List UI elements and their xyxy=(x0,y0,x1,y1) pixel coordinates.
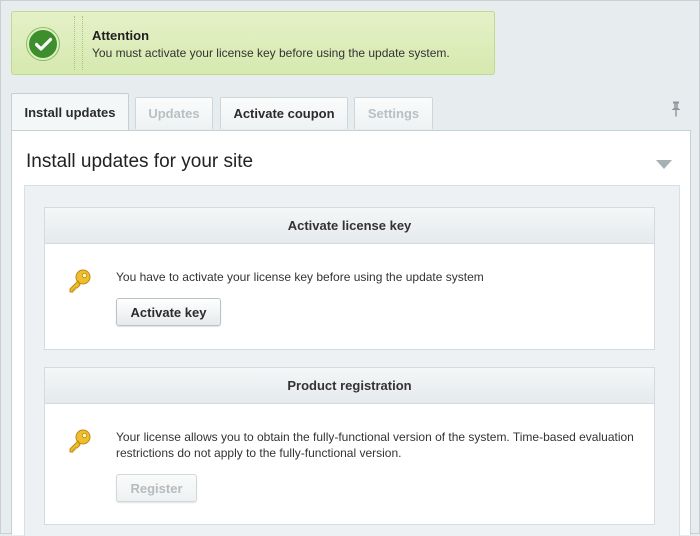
tab-install-updates[interactable]: Install updates xyxy=(11,93,129,131)
install-updates-panel: Install updates for your site Activate l… xyxy=(11,130,691,536)
card-header: Product registration xyxy=(45,368,654,404)
pin-icon[interactable] xyxy=(671,101,681,122)
tab-activate-coupon[interactable]: Activate coupon xyxy=(220,97,348,129)
key-icon xyxy=(67,268,93,299)
alert-title: Attention xyxy=(92,28,150,43)
card-header: Activate license key xyxy=(45,208,654,244)
register-button: Register xyxy=(116,474,197,502)
card-text: Your license allows you to obtain the fu… xyxy=(116,430,634,460)
banner-divider xyxy=(82,16,83,70)
card-text: You have to activate your license key be… xyxy=(116,270,484,284)
activate-license-card: Activate license key You have to activat… xyxy=(44,207,655,350)
tab-updates: Updates xyxy=(135,97,213,129)
product-registration-card: Product registration Your license allows… xyxy=(44,367,655,525)
panel-title: Install updates for your site xyxy=(26,151,254,172)
collapse-arrow-icon[interactable] xyxy=(656,156,672,174)
activate-key-button[interactable]: Activate key xyxy=(116,298,221,326)
key-icon xyxy=(67,428,93,459)
attention-banner: Attention You must activate your license… xyxy=(11,11,495,75)
alert-message: You must activate your license key befor… xyxy=(92,46,450,60)
banner-divider xyxy=(74,16,75,70)
panel-content: Activate license key You have to activat… xyxy=(24,185,680,536)
check-circle-icon xyxy=(27,28,59,60)
tab-settings: Settings xyxy=(354,97,433,129)
